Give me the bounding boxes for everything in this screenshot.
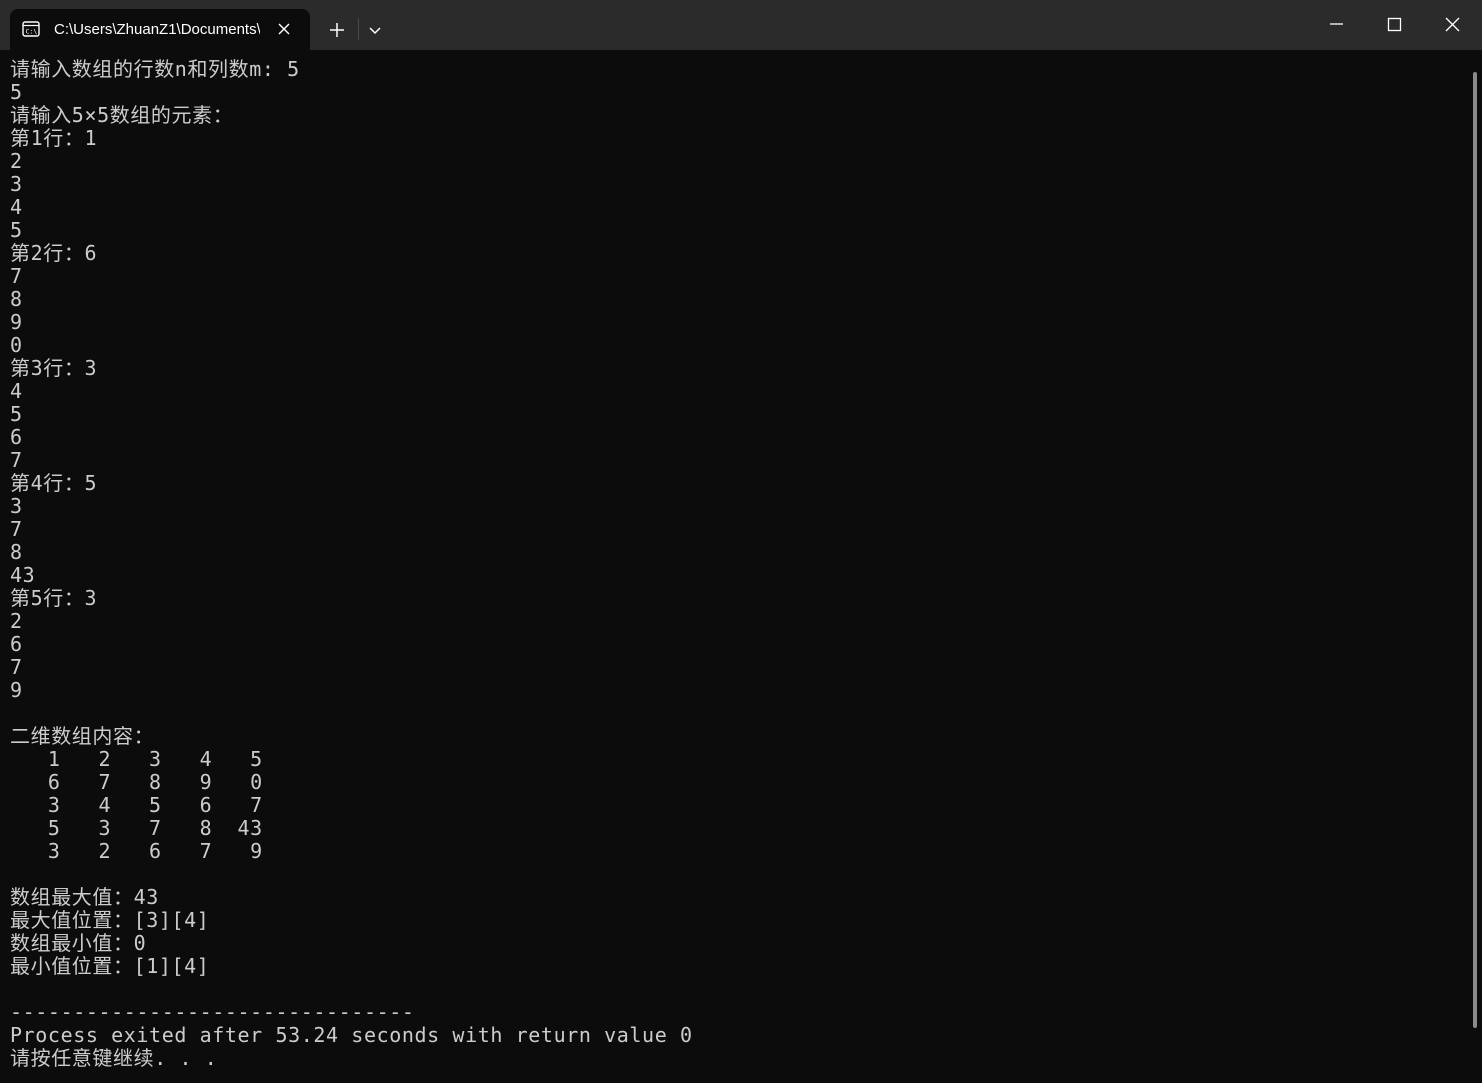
console-line: 请按任意键继续. . . xyxy=(10,1046,218,1070)
console-line: 7 xyxy=(10,517,23,541)
new-tab-button[interactable] xyxy=(326,19,348,41)
console-line: -------------------------------- xyxy=(10,1000,415,1024)
maximize-icon xyxy=(1387,17,1402,32)
console-line: 3 xyxy=(10,172,23,196)
console-output[interactable]: 请输入数组的行数n和列数m: 5 5 请输入5×5数组的元素： 第1行：1 2 3 4 5 第2… xyxy=(10,58,1468,1078)
close-window-button[interactable] xyxy=(1432,0,1472,48)
svg-text:C:\: C:\ xyxy=(26,28,38,36)
console-line: 7 xyxy=(10,655,23,679)
terminal-tab[interactable]: C:\ C:\Users\ZhuanZ1\Documents\ xyxy=(10,9,310,50)
close-tab-icon[interactable] xyxy=(275,20,293,38)
console-line: 4 xyxy=(10,379,23,403)
console-line: 5 xyxy=(10,218,23,242)
console-line: 9 xyxy=(10,678,23,702)
console-line: 3 xyxy=(10,494,23,518)
console-line: 最大值位置：[3][4] xyxy=(10,908,210,932)
console-line: 请输入数组的行数n和列数m: 5 xyxy=(10,57,300,81)
console-line: 数组最大值：43 xyxy=(10,885,159,909)
maximize-button[interactable] xyxy=(1374,0,1414,48)
console-line: 2 xyxy=(10,149,23,173)
console-line: 3 4 5 6 7 xyxy=(10,793,263,817)
console-line: 6 xyxy=(10,425,23,449)
console-line: 5 xyxy=(10,80,23,104)
console-line: 43 xyxy=(10,563,36,587)
console-line: 6 7 8 9 0 xyxy=(10,770,263,794)
minimize-icon xyxy=(1330,23,1343,25)
console-line: 8 xyxy=(10,287,23,311)
console-line: 数组最小值：0 xyxy=(10,931,147,955)
console-line: 5 3 7 8 43 xyxy=(10,816,263,840)
plus-icon xyxy=(330,23,344,37)
minimize-button[interactable] xyxy=(1316,0,1356,48)
close-icon xyxy=(1445,17,1460,32)
console-line: 请输入5×5数组的元素： xyxy=(10,103,234,127)
console-line: 3 2 6 7 9 xyxy=(10,839,263,863)
console-line: 第3行：3 xyxy=(10,356,98,380)
console-line: 7 xyxy=(10,264,23,288)
scrollbar[interactable] xyxy=(1473,72,1477,1028)
console-line: 6 xyxy=(10,632,23,656)
console-line: 第2行：6 xyxy=(10,241,98,265)
console-line: 0 xyxy=(10,333,23,357)
console-line: Process exited after 53.24 seconds with … xyxy=(10,1023,693,1047)
tab-dropdown-button[interactable] xyxy=(366,19,384,41)
console-line: 4 xyxy=(10,195,23,219)
tab-separator xyxy=(358,18,359,40)
console-line: 8 xyxy=(10,540,23,564)
console-line: 1 2 3 4 5 xyxy=(10,747,263,771)
console-line: 二维数组内容： xyxy=(10,724,155,748)
tab-title: C:\Users\ZhuanZ1\Documents\ xyxy=(54,21,260,38)
console-line: 第4行：5 xyxy=(10,471,98,495)
console-line: 第1行：1 xyxy=(10,126,98,150)
console-line: 第5行：3 xyxy=(10,586,98,610)
console-line: 9 xyxy=(10,310,23,334)
console-line: 2 xyxy=(10,609,23,633)
console-line: 5 xyxy=(10,402,23,426)
terminal-icon: C:\ xyxy=(22,20,40,38)
chevron-down-icon xyxy=(369,27,381,35)
title-bar: C:\ C:\Users\ZhuanZ1\Documents\ xyxy=(0,0,1482,50)
console-line: 7 xyxy=(10,448,23,472)
console-line: 最小值位置：[1][4] xyxy=(10,954,210,978)
